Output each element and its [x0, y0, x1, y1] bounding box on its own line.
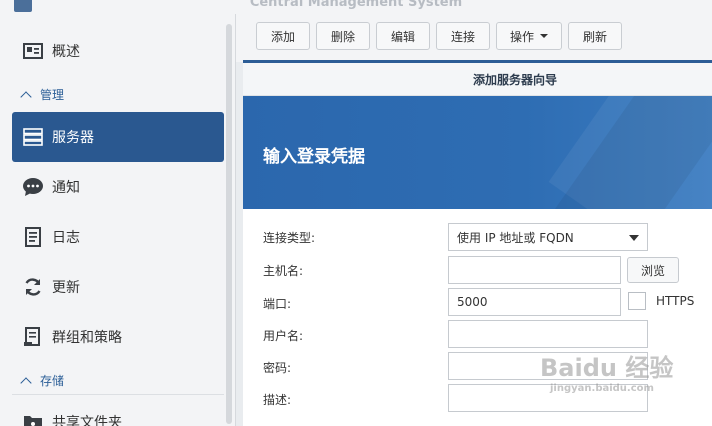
sidebar-item-label: 群组和策略: [52, 330, 122, 346]
add-button[interactable]: 添加: [256, 22, 310, 50]
watermark-url: jingyan.baidu.com: [550, 383, 654, 394]
connect-button[interactable]: 连接: [436, 22, 490, 50]
wizard-header: 添加服务器向导: [243, 63, 712, 96]
section-storage[interactable]: 存储: [20, 372, 64, 389]
shared-folder-icon: [22, 411, 44, 426]
refresh-button[interactable]: 刷新: [568, 22, 622, 50]
sidebar-item-label: 日志: [52, 230, 80, 246]
actions-dropdown-button[interactable]: 操作: [496, 22, 562, 50]
chevron-up-icon: [20, 90, 32, 103]
wizard-heading: 输入登录凭据: [263, 147, 365, 167]
sidebar-item-update[interactable]: 更新: [12, 262, 224, 312]
sidebar-item-notifications[interactable]: 通知: [12, 162, 224, 212]
overview-icon: [22, 40, 44, 62]
sidebar-item-label: 概述: [52, 44, 80, 60]
chevron-up-icon: [20, 376, 32, 389]
connection-type-label: 连接类型:: [263, 231, 316, 245]
section-label: 管理: [40, 88, 65, 102]
https-checkbox[interactable]: [628, 292, 646, 310]
hostname-label: 主机名:: [263, 264, 304, 278]
baidu-watermark: Baidu 经验 jingyan.baidu.com: [540, 348, 700, 408]
window-title: Central Management System: [249, 0, 463, 10]
connection-type-value: 使用 IP 地址或 FQDN: [457, 230, 574, 245]
edit-button[interactable]: 编辑: [376, 22, 430, 50]
server-icon: [22, 126, 44, 148]
delete-button[interactable]: 删除: [316, 22, 370, 50]
chat-bubble-icon: [22, 176, 44, 198]
https-label: HTTPS: [656, 294, 695, 308]
connection-type-select[interactable]: 使用 IP 地址或 FQDN: [448, 223, 648, 251]
dropdown-arrow-icon: [629, 235, 639, 241]
port-input[interactable]: 5000: [448, 288, 621, 316]
sidebar-item-shared-folder[interactable]: 共享文件夹: [12, 397, 224, 426]
refresh-icon: [22, 276, 44, 298]
watermark-text: Baidu 经验: [540, 354, 674, 382]
wizard-banner: 输入登录凭据: [243, 96, 712, 209]
sidebar-item-label: 共享文件夹: [52, 415, 122, 426]
browse-button[interactable]: 浏览: [627, 257, 679, 283]
policy-icon: [22, 326, 44, 348]
sidebar-item-label: 更新: [52, 280, 80, 296]
sidebar-scrollbar[interactable]: [226, 24, 232, 424]
toolbar: 添加 删除 编辑 连接 操作 刷新: [236, 14, 712, 62]
divider: [12, 394, 224, 395]
title-bar: Central Management System: [0, 0, 712, 14]
section-label: 存储: [40, 374, 65, 388]
username-label: 用户名:: [263, 329, 304, 343]
hostname-input[interactable]: [448, 256, 621, 284]
sidebar-item-label: 服务器: [52, 130, 94, 146]
sidebar-item-overview[interactable]: 概述: [12, 26, 224, 76]
password-label: 密码:: [263, 361, 292, 375]
username-input[interactable]: [448, 320, 648, 348]
section-manage[interactable]: 管理: [20, 86, 64, 103]
port-label: 端口:: [263, 297, 292, 311]
sidebar: 概述 管理 服务器 通知 日志 更新 群组和策略 存储 共享文件夹: [0, 14, 236, 426]
sidebar-item-policy[interactable]: 群组和策略: [12, 312, 224, 362]
actions-label: 操作: [509, 29, 534, 44]
sidebar-item-log[interactable]: 日志: [12, 212, 224, 262]
log-icon: [22, 226, 44, 248]
sidebar-item-server[interactable]: 服务器: [12, 112, 224, 162]
sidebar-item-label: 通知: [52, 180, 80, 196]
caret-down-icon: [540, 34, 548, 38]
wizard-title: 添加服务器向导: [473, 73, 558, 87]
description-label: 描述:: [263, 393, 292, 407]
